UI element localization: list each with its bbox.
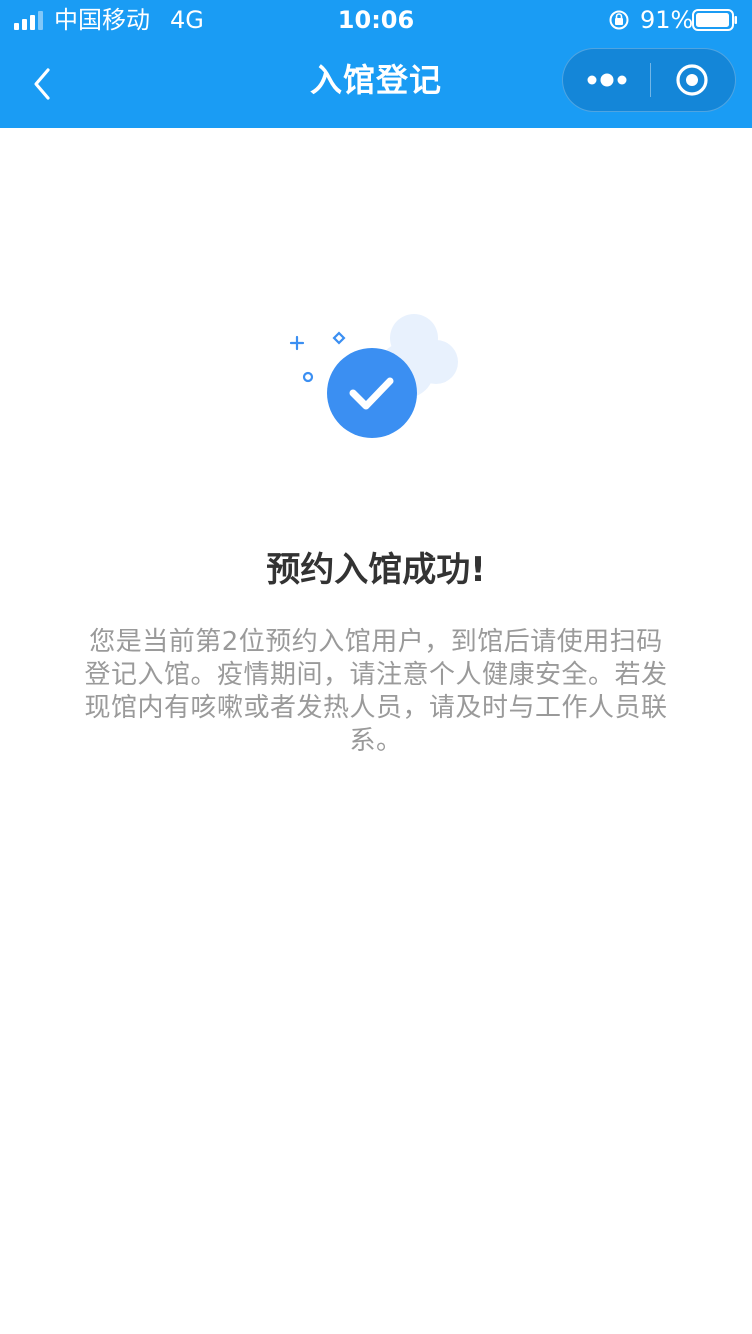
battery-icon	[692, 9, 737, 31]
success-title: 预约入馆成功!	[266, 550, 486, 590]
mini-program-capsule	[562, 48, 736, 112]
app-root: 中国移动 4G 10:06 91% 入馆登记 预约入馆成功! 您是当前第2位预约…	[0, 0, 752, 1334]
more-button[interactable]	[563, 49, 649, 111]
close-button[interactable]	[651, 49, 737, 111]
more-dots-icon	[587, 73, 627, 87]
success-description: 您是当前第2位预约入馆用户，到馆后请使用扫码登记入馆。疫情期间，请注意个人健康安…	[84, 627, 668, 756]
checkmark-circle-icon	[289, 314, 458, 438]
target-close-icon	[676, 64, 708, 96]
status-bar: 中国移动 4G 10:06 91%	[0, 0, 752, 40]
battery-percent: 91%	[640, 6, 694, 34]
orientation-lock-icon	[609, 10, 629, 30]
nav-bar: 入馆登记	[0, 40, 752, 128]
header: 中国移动 4G 10:06 91% 入馆登记	[0, 0, 752, 128]
